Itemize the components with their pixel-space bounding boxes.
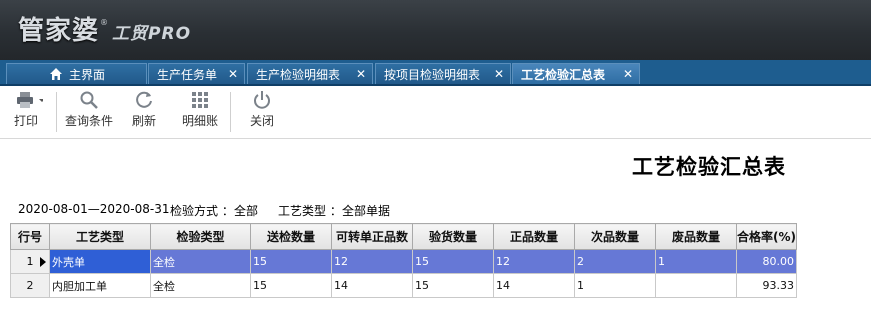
refresh-label: 刷新 <box>131 114 156 128</box>
tab-project-inspection-detail[interactable]: 按项目检验明细表 ✕ <box>375 63 511 84</box>
table-header-row: 行号 工艺类型 检验类型 送检数量 可转单正品数 验货数量 正品数量 次品数量 … <box>10 223 797 250</box>
detail-ledger-label: 明细账 <box>181 114 218 128</box>
table-cell[interactable]: 14 <box>493 273 575 298</box>
table-cell[interactable]: 外壳单 <box>49 249 151 274</box>
table-cell[interactable]: 15 <box>250 273 332 298</box>
close-icon[interactable]: ✕ <box>228 67 238 81</box>
table-cell[interactable]: 15 <box>412 273 494 298</box>
table-cell[interactable]: 全检 <box>150 273 251 298</box>
column-header[interactable]: 正品数量 <box>493 223 575 250</box>
close-icon[interactable]: ✕ <box>356 67 366 81</box>
row-number: 2 <box>26 279 34 292</box>
table-cell[interactable]: 1 <box>655 249 737 274</box>
process-type-value: 全部单据 <box>342 204 391 218</box>
column-header[interactable]: 废品数量 <box>655 223 737 250</box>
home-icon <box>50 68 62 80</box>
tab-label: 生产检验明细表 <box>256 67 341 82</box>
inspect-method-value: 全部 <box>234 204 259 218</box>
toolbar-divider <box>56 92 57 132</box>
tab-label: 按项目检验明细表 <box>384 67 481 82</box>
logo-registered-mark: ® <box>100 18 109 27</box>
row-number: 1 <box>26 255 34 268</box>
table-cell[interactable]: 1 <box>574 273 656 298</box>
close-icon[interactable]: ✕ <box>494 67 504 81</box>
column-header[interactable]: 检验类型 <box>150 223 251 250</box>
table-cell[interactable]: 全检 <box>150 249 251 274</box>
column-header[interactable]: 合格率(%) <box>736 223 797 250</box>
close-label: 关闭 <box>249 114 274 128</box>
tab-label: 工艺检验汇总表 <box>521 67 606 82</box>
row-number-cell[interactable]: 1 <box>10 249 50 274</box>
table-cell[interactable]: 80.00 <box>736 249 797 274</box>
printer-icon <box>17 92 43 108</box>
detail-ledger-button[interactable]: 明细账 <box>178 90 222 129</box>
column-header[interactable]: 送检数量 <box>250 223 332 250</box>
query-label: 查询条件 <box>64 114 113 128</box>
report-title: 工艺检验汇总表 <box>632 155 786 179</box>
table-cell[interactable] <box>655 273 737 298</box>
summary-table: 行号 工艺类型 检验类型 送检数量 可转单正品数 验货数量 正品数量 次品数量 … <box>10 223 797 298</box>
table-cell[interactable]: 14 <box>331 273 413 298</box>
column-header[interactable]: 行号 <box>10 223 50 250</box>
table-row[interactable]: 1 外壳单 全检 15 12 15 12 2 1 80.00 <box>10 249 797 274</box>
close-button[interactable]: 关闭 <box>246 90 278 129</box>
column-header[interactable]: 次品数量 <box>574 223 656 250</box>
table-cell[interactable]: 2 <box>574 249 656 274</box>
date-range: 2020-08-01—2020-08-31 <box>18 202 170 216</box>
tab-production-task[interactable]: 生产任务单 ✕ <box>148 63 245 84</box>
tab-home[interactable]: 主界面 <box>6 63 147 84</box>
table-cell[interactable]: 内胆加工单 <box>49 273 151 298</box>
grid-icon <box>192 92 208 108</box>
tab-production-inspection-detail[interactable]: 生产检验明细表 ✕ <box>247 63 373 84</box>
power-icon <box>254 91 270 109</box>
app-logo: 管家婆 ® 工贸PRO <box>18 10 191 46</box>
logo-subtitle: 工贸PRO <box>112 24 192 44</box>
toolbar: 打印 查询条件 刷新 明细账 关闭 <box>0 86 871 139</box>
app-header: 管家婆 ® 工贸PRO <box>0 0 871 60</box>
print-button[interactable]: 打印 <box>4 90 48 129</box>
table-cell[interactable]: 15 <box>412 249 494 274</box>
column-header[interactable]: 工艺类型 <box>49 223 151 250</box>
inspect-method-label: 检验方式 ： <box>170 204 234 218</box>
column-header[interactable]: 可转单正品数 <box>331 223 413 250</box>
table-row[interactable]: 2 内胆加工单 全检 15 14 15 14 1 93.33 <box>10 273 797 298</box>
table-cell[interactable]: 15 <box>250 249 332 274</box>
tab-bar: 主界面 生产任务单 ✕ 生产检验明细表 ✕ 按项目检验明细表 ✕ 工艺检验汇总表… <box>0 60 871 86</box>
row-number-cell[interactable]: 2 <box>10 273 50 298</box>
table-cell[interactable]: 93.33 <box>736 273 797 298</box>
logo-text: 管家婆 <box>18 16 100 46</box>
tab-label: 生产任务单 <box>157 67 218 82</box>
column-header[interactable]: 验货数量 <box>412 223 494 250</box>
refresh-icon <box>136 91 152 108</box>
query-button[interactable]: 查询条件 <box>62 90 116 129</box>
process-type-label: 工艺类型 ： <box>278 204 342 218</box>
tab-label: 主界面 <box>69 67 106 82</box>
tab-process-inspection-summary[interactable]: 工艺检验汇总表 ✕ <box>512 63 640 84</box>
toolbar-divider <box>230 92 231 132</box>
print-label: 打印 <box>13 114 38 128</box>
refresh-button[interactable]: 刷新 <box>128 90 160 129</box>
table-cell[interactable]: 12 <box>331 249 413 274</box>
search-icon <box>80 91 98 109</box>
table-cell[interactable]: 12 <box>493 249 575 274</box>
row-pointer-icon <box>40 257 46 267</box>
close-icon[interactable]: ✕ <box>623 67 633 81</box>
